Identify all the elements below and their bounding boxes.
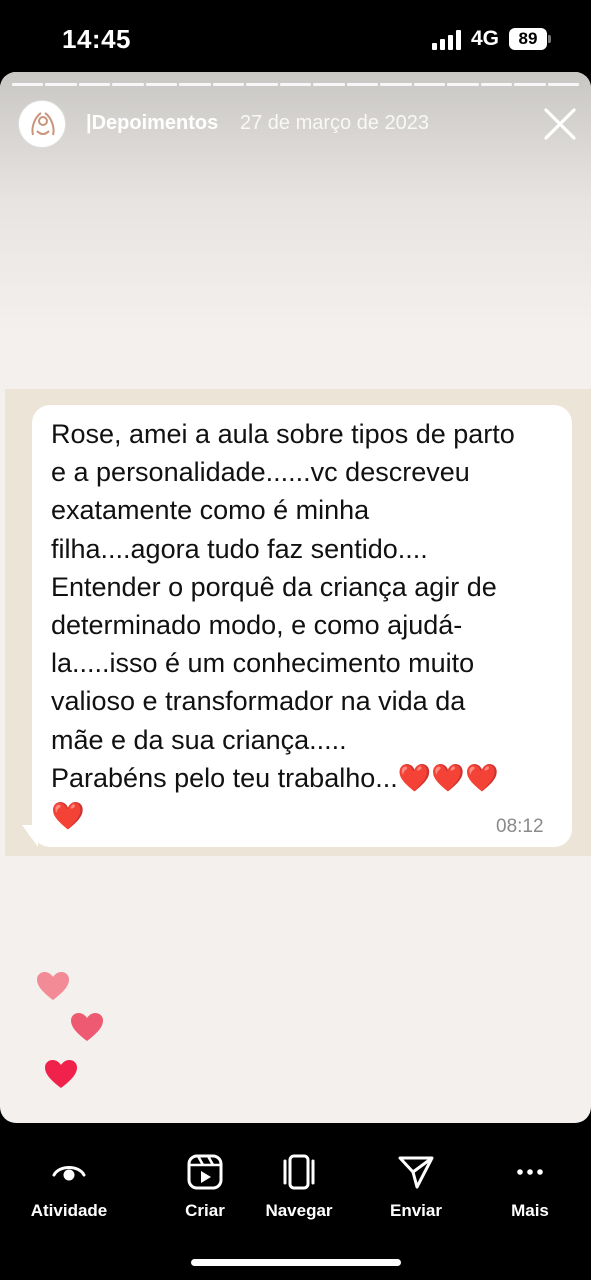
close-icon[interactable] [542,106,578,142]
message-bubble-tail [22,825,38,847]
more-dots-icon [517,1169,543,1175]
story-date: 27 de março de 2023 [240,112,430,134]
story-progress-segment [112,83,144,86]
story-progress-segment [12,83,44,86]
avatar-logo-icon [21,103,65,147]
story-account-name[interactable]: |Depoimentos [86,112,218,135]
story-progress-segment [145,83,178,86]
story-progress-segment [179,83,211,86]
story-progress-segment [380,83,412,86]
story-header-gradient [0,72,591,332]
nav-label: Atividade [30,1201,108,1220]
story-progress-segment [313,83,345,86]
nav-atividade[interactable]: Atividade [14,1153,124,1221]
status-time: 14:45 [62,24,131,54]
nav-mais[interactable]: Mais [475,1153,585,1221]
floating-heart-icon [45,1060,77,1088]
story-progress-segment [78,83,111,86]
bottom-action-bar: Atividade Criar Navegar Enviar Mais [0,1123,591,1280]
account-avatar[interactable] [18,100,66,148]
nav-label: Enviar [390,1201,442,1220]
message-text: Rose, amei a aula sobre tipos de parto e… [51,419,515,832]
story-progress-segment [413,83,446,86]
story-progress-segment [447,83,479,86]
message-time: 08:12 [496,816,544,837]
story-progress-segment [279,83,312,86]
story-progress-segment [45,83,77,86]
story-progress-segment [514,83,546,86]
floating-heart-icon [37,972,69,1000]
floating-heart-icon [71,1013,103,1041]
story-progress-segment [480,83,513,86]
story-progress-segment [547,83,579,86]
battery-icon: 89 [509,28,547,50]
nav-label: Navegar [265,1201,333,1220]
nav-navegar[interactable]: Navegar [244,1153,354,1221]
status-bar: 14:45 4G 89 [0,0,591,72]
cellular-signal-icon [432,30,462,50]
nav-enviar[interactable]: Enviar [361,1153,471,1221]
battery-tip [548,35,551,43]
activity-eye-icon [52,1166,86,1181]
story-progress-segment [212,83,245,86]
story-progress-segment [346,83,379,86]
browse-carousel-icon [283,1154,315,1190]
send-paper-plane-icon [398,1156,434,1189]
story-progress-segment [246,83,278,86]
reels-icon [187,1154,223,1190]
battery-level: 89 [518,29,538,48]
story-progress-bar [12,83,579,86]
nav-label: Mais [511,1201,549,1220]
network-type: 4G [471,27,500,50]
home-indicator [191,1259,401,1266]
